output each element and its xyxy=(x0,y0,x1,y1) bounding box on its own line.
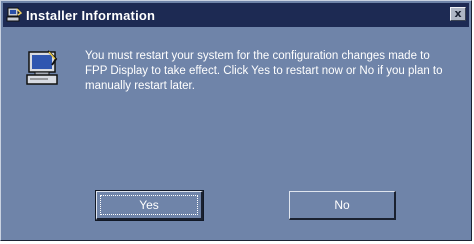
computer-setup-icon xyxy=(26,49,60,87)
window-title: Installer Information xyxy=(26,7,156,23)
focus-rectangle xyxy=(100,195,198,215)
yes-button[interactable]: Yes xyxy=(95,190,204,221)
installer-icon xyxy=(6,7,23,23)
restart-message: You must restart your system for the con… xyxy=(85,50,443,92)
title-bar[interactable]: Installer Information x xyxy=(3,3,469,27)
installer-dialog: Installer Information x You must restart… xyxy=(0,0,472,241)
no-button[interactable]: No xyxy=(289,191,396,220)
close-button[interactable]: x xyxy=(450,7,466,21)
no-button-label: No xyxy=(334,198,350,212)
